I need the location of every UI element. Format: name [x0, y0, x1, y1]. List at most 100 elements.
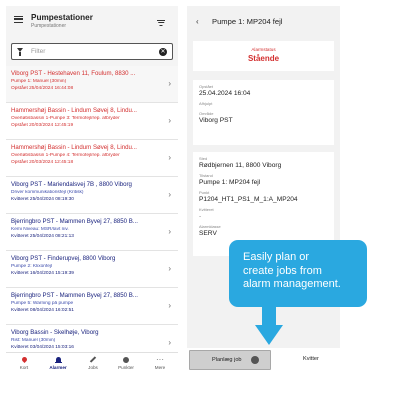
alarm-item-name: Bjerringbro PST - Mammen Byvej 27, 8850 …	[11, 292, 138, 299]
alarm-item-status: Overløbsbassin 1-Pumpe 4: Termofejl/rep.…	[11, 153, 120, 158]
chevron-right-icon: ›	[168, 301, 171, 310]
feature-callout: Easily plan or create jobs from alarm ma…	[229, 240, 367, 307]
nav-label: Punkter	[118, 365, 134, 370]
field-label: Opstået	[199, 84, 214, 89]
alarm-item-time: Kvitteret 25/04/2024 08:21:13	[11, 234, 74, 239]
alarm-status-card: Alarmstatus Stående	[193, 41, 334, 71]
chevron-right-icon: ›	[168, 79, 171, 88]
stage: Pumpestationer Pumpestationer Filter ✕ V…	[0, 0, 408, 396]
field-value: -	[199, 213, 202, 220]
alarm-list-item[interactable]: Hammershøj Bassin - Lindum Søvej 8, Lind…	[6, 140, 178, 177]
touch-indicator-icon	[251, 356, 259, 364]
alarm-item-time: Kvitteret 25/04/2024 08:19:30	[11, 197, 74, 202]
alarm-list-item[interactable]: Bjerringbro PST - Mammen Byvej 27, 8850 …	[6, 214, 178, 251]
callout-arrow-head	[255, 325, 283, 345]
app-header: Pumpestationer Pumpestationer	[6, 6, 178, 36]
map-pin-icon	[20, 355, 28, 364]
nav-punkter[interactable]: Punkter	[110, 355, 142, 370]
nav-mere[interactable]: ··· Mere	[144, 355, 176, 370]
nav-label: Alarmer	[49, 365, 67, 370]
plan-job-label: Planlæg job	[212, 357, 242, 363]
alarm-item-time: Kvitteret 16/04/2024 15:19:39	[11, 271, 74, 276]
alarm-item-status: Rist: Manuel (30min)	[11, 338, 56, 343]
filter-placeholder: Filter	[31, 48, 46, 55]
plan-job-button[interactable]: Planlæg job	[189, 350, 271, 370]
alarm-item-name: Viborg PST - Finderupvej, 8800 Viborg	[11, 255, 116, 262]
alarm-item-status: Overløbsbassin 1-Pumpe 3: Termofejl/rep.…	[11, 116, 120, 121]
chevron-right-icon: ›	[168, 153, 171, 162]
nav-jobs[interactable]: Jobs	[77, 355, 109, 370]
chevron-right-icon: ›	[168, 264, 171, 273]
bottom-navigation: Kort Alarmer Jobs Punkter ··· Mere	[6, 352, 178, 372]
alarm-item-time: Kvitteret 03/04/2024 15:03:16	[11, 345, 74, 350]
field-label: Sted	[199, 156, 208, 161]
page-subtitle: Pumpestationer	[31, 23, 67, 29]
alarm-info-card: Opstået 25.04.2024 16:04 Afhjulpt Område…	[193, 80, 334, 145]
alarm-list-screen: Pumpestationer Pumpestationer Filter ✕ V…	[6, 6, 178, 372]
back-icon[interactable]: ‹	[196, 17, 199, 26]
alarm-list-item[interactable]: Viborg Bassin - Skelhøje, Viborg Rist: Ma…	[6, 325, 178, 352]
alarm-item-name: Hammershøj Bassin - Lindum Søvej 8, Lind…	[11, 107, 137, 114]
detail-header: ‹ Pumpe 1: MP204 fejl	[187, 6, 340, 36]
bell-icon	[54, 357, 62, 363]
field-label: Alarmklasse	[199, 224, 221, 229]
alarm-item-status: Pumpe 1: Manuel (30min)	[11, 79, 67, 84]
detail-title: Pumpe 1: MP204 fejl	[212, 17, 283, 26]
action-bar: Planlæg job Kvitter	[187, 348, 340, 372]
page-title: Pumpestationer	[31, 13, 93, 22]
menu-icon[interactable]	[14, 16, 23, 23]
field-value: Pumpe 1: MP204 fejl	[199, 179, 261, 186]
alarm-list-item[interactable]: Hammershøj Bassin - Lindum Søvej 8, Lind…	[6, 103, 178, 140]
alarm-list-item[interactable]: Viborg PST - Hestehaven 11, Foulum, 8830…	[6, 66, 178, 103]
alarm-list-item[interactable]: Viborg PST - Finderupvej, 8800 Viborg Pum…	[6, 251, 178, 288]
chevron-right-icon: ›	[168, 227, 171, 236]
nav-label: Jobs	[88, 365, 98, 370]
nav-label: Kort	[19, 365, 29, 370]
alarm-status-value: Stående	[247, 54, 280, 63]
chevron-right-icon: ›	[168, 116, 171, 125]
alarm-list-item[interactable]: Bjerringbro PST - Mammen Byvej 27, 8850 …	[6, 288, 178, 325]
alarm-item-time: Opstået 20/03/2024 12:45:19	[11, 123, 74, 128]
more-icon: ···	[156, 355, 164, 364]
nav-alarmer[interactable]: Alarmer	[42, 355, 74, 370]
alarm-item-status: Pumpe 2: Klixonfejl	[11, 264, 53, 269]
chevron-right-icon: ›	[168, 190, 171, 199]
callout-text: Easily plan or create jobs from alarm ma…	[243, 251, 341, 291]
chevron-right-icon: ›	[168, 338, 171, 347]
sort-icon[interactable]	[157, 20, 165, 26]
clear-filter-icon[interactable]: ✕	[159, 47, 167, 56]
field-value: 25.04.2024 16:04	[199, 90, 251, 97]
alarm-list-item[interactable]: Viborg PST - Mariendalsvej 7B , 8800 Vib…	[6, 177, 178, 214]
alarm-list: Viborg PST - Hestehaven 11, Foulum, 8830…	[6, 66, 178, 352]
alarm-item-name: Bjerringbro PST - Mammen Byvej 27, 8850 …	[11, 218, 138, 225]
alarm-item-status: Pumpe 5: Warning på pumpe	[11, 301, 74, 306]
field-label: Kvitteret	[199, 207, 214, 212]
alarm-item-name: Viborg PST - Mariendalsvej 7B , 8800 Vib…	[11, 181, 132, 188]
field-value: SERV	[199, 230, 217, 237]
callout-arrow-icon	[262, 307, 276, 326]
field-label: Tilstand	[199, 173, 213, 178]
alarm-item-name: Hammershøj Bassin - Lindum Søvej 8, Lind…	[11, 144, 137, 151]
alarm-item-time: Opstået 25/04/2024 16:44:08	[11, 86, 74, 91]
alarm-item-time: Opstået 20/03/2024 12:45:18	[11, 160, 74, 165]
nav-label: Mere	[154, 365, 166, 370]
filter-icon	[17, 48, 23, 56]
acknowledge-button[interactable]: Kvitter	[283, 350, 338, 370]
filter-input[interactable]: Filter ✕	[11, 43, 173, 60]
alarm-status-label: Alarmstatus	[251, 47, 276, 52]
nav-kort[interactable]: Kort	[8, 355, 40, 370]
field-value: Rødbjernen 11, 8800 Viborg	[199, 162, 282, 169]
alarm-item-status: Kemi Niveau: MSR/lavt niv.	[11, 227, 69, 232]
field-value: P1204_HT1_PS1_M_1:A_MP204	[199, 196, 298, 203]
acknowledge-label: Kvitter	[303, 356, 319, 362]
wrench-icon	[89, 356, 97, 363]
field-label: Afhjulpt	[199, 101, 213, 106]
field-label: Område	[199, 111, 214, 116]
alarm-item-status: Driver kommunikationsfejl (Kritisk)	[11, 190, 84, 195]
field-label: Punkt	[199, 190, 210, 195]
field-value: Viborg PST	[199, 117, 233, 124]
alarm-item-name: Viborg PST - Hestehaven 11, Foulum, 8830…	[11, 70, 136, 77]
circle-icon	[123, 357, 129, 363]
alarm-item-time: Kvitteret 08/04/2024 16:02:51	[11, 308, 74, 313]
alarm-item-name: Viborg Bassin - Skelhøje, Viborg	[11, 329, 99, 336]
